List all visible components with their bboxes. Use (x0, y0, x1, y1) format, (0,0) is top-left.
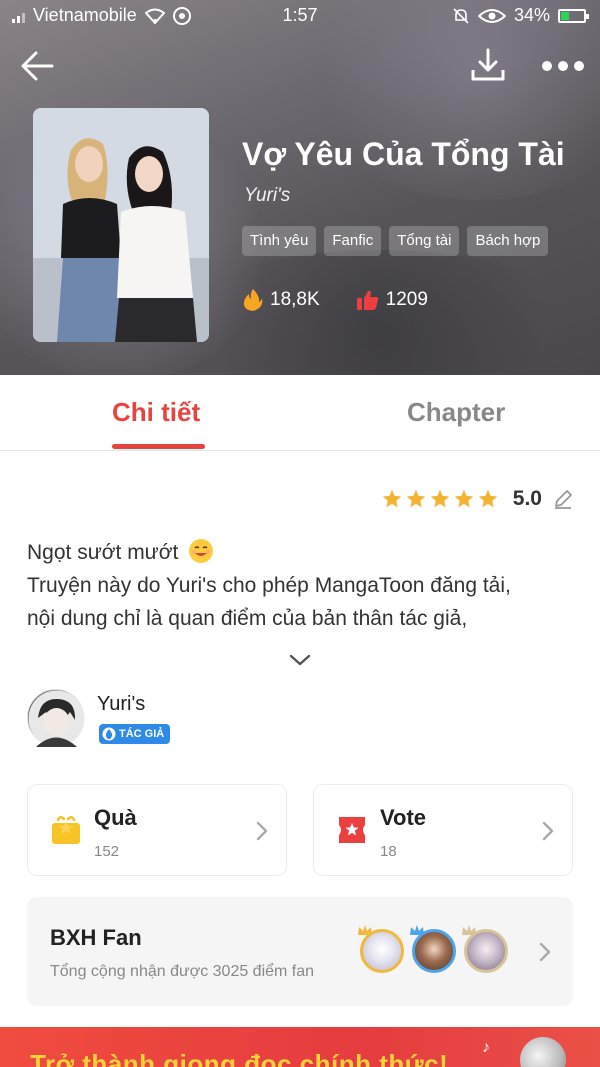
description-line: nội dung chỉ là quan điểm của bản thân t… (27, 607, 468, 630)
author-avatar[interactable] (27, 689, 85, 747)
tag-item[interactable]: Fanfic (324, 226, 382, 256)
views-stat: 18,8K (242, 288, 320, 312)
crown-icon (358, 925, 372, 935)
thumbs-up-icon (356, 290, 378, 310)
author-badge: TÁC GIẢ (99, 724, 171, 744)
star-icon (430, 489, 449, 508)
more-options-icon[interactable] (540, 54, 586, 78)
chevron-right-icon (539, 942, 551, 962)
fan-ranking-title: BXH Fan (50, 925, 142, 950)
gift-card[interactable]: Quà 152 (27, 784, 287, 876)
top-fans (358, 925, 508, 973)
battery-icon (558, 8, 589, 23)
author-badge-text: TÁC GIẢ (119, 728, 165, 740)
book-stats: 18,8K 1209 (242, 288, 428, 312)
status-bar: Vietnamobile 1:57 34% (0, 0, 600, 32)
rating-score: 5.0 (512, 487, 542, 510)
fire-icon (243, 289, 263, 311)
star-icon (478, 489, 497, 508)
microphone-icon (520, 1037, 566, 1067)
fan-avatar (358, 925, 404, 973)
views-count: 18,8K (270, 289, 320, 310)
tag-item[interactable]: Bách hợp (467, 226, 549, 256)
vote-label: Vote (380, 805, 427, 830)
active-tab-indicator (112, 444, 205, 449)
mute-bell-icon (453, 7, 469, 24)
avatar-illustration (28, 690, 85, 747)
battery-percent: 34% (513, 5, 550, 25)
crown-icon (462, 925, 476, 935)
chevron-right-icon (256, 821, 268, 841)
star-icon (454, 489, 473, 508)
tab-chapter[interactable]: Chapter (407, 397, 505, 428)
likes-count: 1209 (385, 289, 428, 310)
description-line: Ngọt sướt mướt (27, 536, 577, 569)
book-header: Vietnamobile 1:57 34% Vợ Yêu Của Tổng Tà… (0, 0, 600, 375)
status-right: 34% (452, 5, 589, 26)
crown-icon (410, 925, 424, 935)
banner-text: Trở thành giọng đọc chính thức! (30, 1049, 449, 1067)
book-title: Vợ Yêu Của Tổng Tài (242, 136, 565, 172)
music-note-icon: ♪ (482, 1039, 490, 1056)
back-arrow-icon[interactable] (18, 46, 58, 86)
fan-ranking[interactable]: BXH Fan Tổng cộng nhận được 3025 điểm fa… (27, 897, 573, 1006)
gift-label: Quà (94, 805, 137, 830)
drop-icon (102, 727, 116, 741)
book-description: Ngọt sướt mướt Truyện này do Yuri's cho … (27, 536, 577, 635)
star-icon (406, 489, 425, 508)
likes-stat: 1209 (356, 289, 428, 311)
vote-ticket-icon (339, 817, 365, 843)
fan-avatar (462, 925, 508, 973)
vote-count: 18 (380, 843, 397, 860)
description-line: Truyện này do Yuri's cho phép MangaToon … (27, 574, 511, 597)
smiling-face-icon (189, 539, 214, 563)
fan-avatar (410, 925, 456, 973)
description-text: Ngọt sướt mướt (27, 541, 179, 564)
edit-pencil-icon[interactable] (552, 488, 574, 510)
fan-ranking-subtitle: Tổng cộng nhận được 3025 điểm fan (50, 963, 315, 980)
eye-icon (477, 8, 506, 23)
gift-count: 152 (94, 843, 120, 860)
rating[interactable]: 5.0 (381, 487, 574, 511)
author-name[interactable]: Yuri's (97, 693, 145, 716)
tag-item[interactable]: Tổng tài (389, 226, 460, 256)
download-icon[interactable] (468, 46, 508, 86)
vote-card[interactable]: Vote 18 (313, 784, 573, 876)
become-narrator-banner[interactable]: Trở thành giọng đọc chính thức! ♪ (0, 1027, 600, 1067)
book-cover (33, 108, 209, 342)
book-author[interactable]: Yuri's (244, 185, 290, 207)
tab-detail[interactable]: Chi tiết (112, 397, 200, 428)
chevron-right-icon (542, 821, 554, 841)
star-icon (382, 489, 401, 508)
tag-item[interactable]: Tình yêu (242, 226, 317, 256)
cover-illustration (33, 108, 209, 342)
gift-icon (52, 816, 80, 844)
tag-list: Tình yêu Fanfic Tổng tài Bách hợp (242, 226, 549, 256)
tab-bar: Chi tiết Chapter (0, 375, 600, 451)
chevron-down-icon[interactable] (288, 652, 312, 668)
